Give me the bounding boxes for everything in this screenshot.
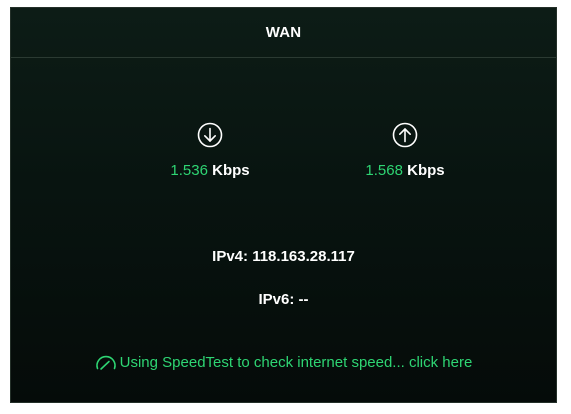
- download-rate-text: 1.536 Kbps: [170, 162, 249, 179]
- download-rate: 1.536 Kbps: [140, 122, 280, 179]
- upload-rate-value: 1.568: [365, 162, 403, 179]
- upload-rate-text: 1.568 Kbps: [365, 162, 444, 179]
- speedometer-icon: [95, 355, 116, 370]
- ipv6-row: IPv6: --: [11, 291, 556, 308]
- panel-header: WAN: [11, 8, 556, 58]
- ipv6-value: --: [298, 291, 309, 308]
- ipv4-value: 118.163.28.117: [252, 248, 355, 265]
- upload-rate-unit: Kbps: [407, 162, 445, 179]
- arrow-up-circle-icon: [392, 122, 418, 148]
- ipv4-label: IPv4:: [212, 248, 249, 265]
- arrow-down-circle-icon: [197, 122, 223, 148]
- download-rate-unit: Kbps: [212, 162, 250, 179]
- upload-rate: 1.568 Kbps: [335, 122, 475, 179]
- panel-title: WAN: [265, 24, 302, 41]
- wan-panel: WAN 1.536 Kbps 1.568 Kbps IPv4: 118.163.…: [10, 7, 557, 403]
- speedtest-link[interactable]: Using SpeedTest to check internet speed.…: [11, 354, 556, 371]
- ipv6-label: IPv6:: [258, 291, 295, 308]
- download-rate-value: 1.536: [170, 162, 208, 179]
- ipv4-row: IPv4: 118.163.28.117: [11, 248, 556, 265]
- speedtest-link-text[interactable]: Using SpeedTest to check internet speed.…: [120, 354, 473, 371]
